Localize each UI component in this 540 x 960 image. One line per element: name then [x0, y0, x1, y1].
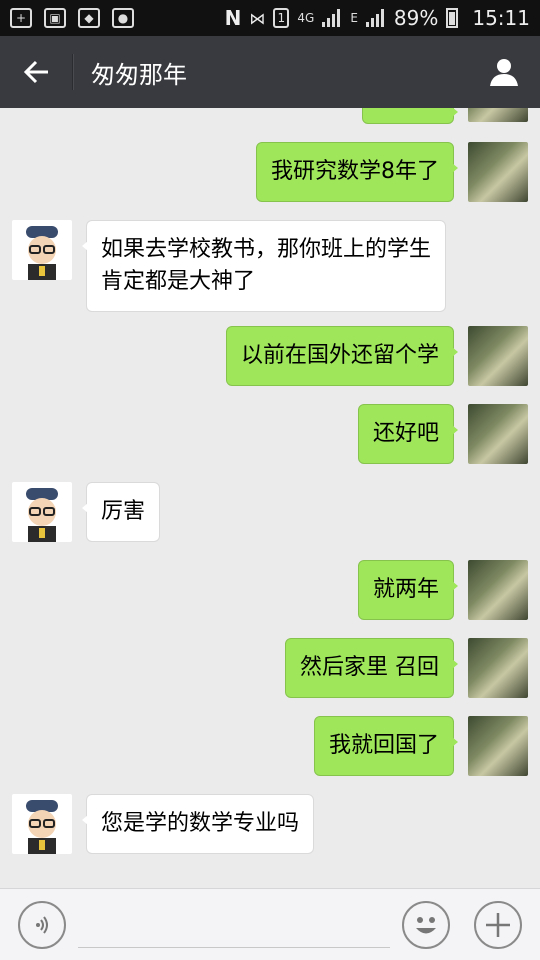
- message-bubble[interactable]: 您是学的数学专业吗: [81, 794, 315, 854]
- emoji-button[interactable]: [402, 901, 450, 949]
- back-arrow-icon: [23, 60, 48, 84]
- nfc-icon: N: [224, 6, 242, 30]
- my-avatar[interactable]: [468, 142, 528, 202]
- signal-icon: [322, 9, 342, 27]
- plus-icon: [486, 913, 510, 937]
- battery-percent: 89%: [393, 6, 439, 30]
- contact-avatar[interactable]: [12, 220, 72, 280]
- message-bubble[interactable]: 然后家里 召回: [285, 638, 458, 698]
- my-avatar[interactable]: [468, 638, 528, 698]
- message-line: 如果去学校教书，那你班上的学生: [101, 237, 432, 262]
- message-bubble[interactable]: 还好吧: [357, 404, 459, 464]
- back-button[interactable]: [0, 36, 72, 108]
- person-icon: [490, 59, 518, 86]
- message-line: 肯定都是大神了: [101, 269, 256, 294]
- message-bubble[interactable]: 我研究数学8年了: [256, 142, 458, 202]
- my-avatar[interactable]: [468, 560, 528, 620]
- contact-avatar[interactable]: [12, 794, 72, 854]
- baidu-notification-icon: ●: [112, 8, 134, 28]
- chat-info-button[interactable]: [468, 36, 540, 108]
- my-avatar[interactable]: [468, 326, 528, 386]
- emoji-icon: [416, 917, 436, 934]
- network-sub-type: E: [350, 11, 358, 25]
- my-avatar[interactable]: [468, 404, 528, 464]
- message-bubble[interactable]: 如果去学校教书，那你班上的学生 肯定都是大神了: [81, 220, 447, 312]
- my-avatar[interactable]: [468, 716, 528, 776]
- voice-icon: [36, 916, 48, 934]
- app-notification-icon: ◆: [78, 8, 100, 28]
- contact-avatar[interactable]: [12, 482, 72, 542]
- clock: 15:11: [472, 6, 530, 30]
- voice-input-button[interactable]: [18, 901, 66, 949]
- sim-icon: 1: [273, 8, 290, 28]
- network-type: 4G: [297, 11, 315, 25]
- my-avatar[interactable]: [468, 108, 528, 122]
- message-list[interactable]: 我研究数学8年了 如果去学校教书，那你班上的学生 肯定都是大神了 以前在国外还留…: [0, 108, 540, 888]
- input-bar: [0, 888, 540, 960]
- status-bar: + ▣ ◆ ● N ⋈ 1 4G E 89% 15:11: [0, 0, 540, 36]
- message-bubble[interactable]: 厉害: [81, 482, 161, 542]
- message-bubble[interactable]: 以前在国外还留个学: [225, 326, 459, 386]
- battery-icon: [446, 8, 459, 28]
- message-input[interactable]: [78, 947, 390, 948]
- chat-title: 匆匆那年: [91, 60, 187, 89]
- title-bar: 匆匆那年: [0, 36, 540, 108]
- message-bubble[interactable]: 我就回国了: [313, 716, 459, 776]
- more-functions-button[interactable]: [474, 901, 522, 949]
- image-notification-icon: ▣: [44, 8, 66, 28]
- add-notification-icon: +: [10, 8, 32, 28]
- title-divider: [72, 54, 73, 90]
- vibrate-icon: ⋈: [249, 8, 266, 28]
- signal-2-icon: [365, 9, 386, 27]
- message-bubble[interactable]: [362, 108, 458, 124]
- message-bubble[interactable]: 就两年: [357, 560, 459, 620]
